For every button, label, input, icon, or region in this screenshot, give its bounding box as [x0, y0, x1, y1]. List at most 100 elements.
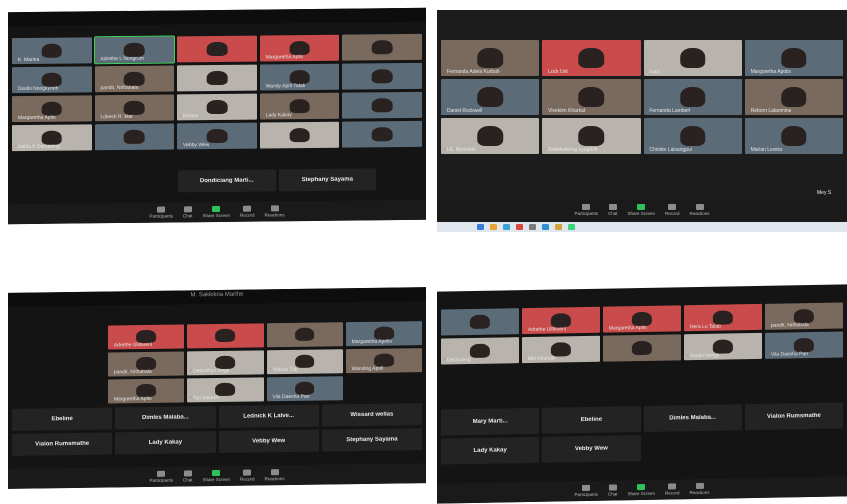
participant-video-tile[interactable] — [187, 323, 264, 349]
toolbar-button-reactions[interactable]: Reactions — [690, 204, 710, 216]
taskbar-app-icon[interactable] — [490, 224, 497, 230]
toolbar-button-label: Chat — [182, 477, 193, 483]
participant-name-tile[interactable]: Ebeline — [542, 406, 641, 434]
participant-video-tile[interactable]: ∕ Kimeia — [177, 93, 257, 121]
participant-video-tile[interactable]: ∕ Margaretha Aplin — [259, 34, 340, 62]
participant-video-tile[interactable]: ∕ Margaretha Aplin — [12, 95, 92, 123]
participant-video-tile[interactable]: ∕ Lock Unt — [542, 40, 641, 76]
participant-name-tile[interactable]: Vebby Wew — [542, 435, 641, 463]
participant-name-tile[interactable]: Stephany Sayama — [321, 428, 422, 452]
toolbar-button-chat[interactable]: Chat — [183, 206, 192, 218]
participant-name-text: Dehiiuteng — [446, 356, 471, 364]
participant-video-tile[interactable]: ∕ Marian Leviria — [744, 118, 843, 154]
toolbar-button-reactions[interactable]: Reactions — [690, 482, 710, 495]
participant-video-tile[interactable]: ∕ Rebhiiuteimg Lyngdoh — [542, 118, 641, 154]
participant-video-tile[interactable] — [94, 123, 175, 151]
participant-video-tile[interactable]: ∕ Mel Kharsak — [522, 335, 600, 364]
taskbar-app-icon[interactable] — [568, 224, 575, 230]
participant-video-tile[interactable]: ∕ Vila Daesha Pan — [765, 331, 843, 359]
toolbar-button-participants[interactable]: Participants — [574, 204, 598, 216]
participant-video-tile[interactable]: ∕ Fernanda Lambert — [643, 79, 742, 115]
participant-name-tile[interactable]: Vebby Wew — [218, 429, 319, 453]
muted-mic-icon: ∕ — [15, 57, 16, 64]
toolbar-button-chat[interactable]: Chat — [608, 484, 617, 497]
toolbar-button-record[interactable]: Record — [665, 204, 680, 216]
participant-video-tile[interactable] — [342, 62, 422, 90]
participant-video-tile[interactable]: ∕ Fernanda Adela Kurbah — [441, 40, 540, 76]
participant-name-tile[interactable]: Lady Kakay — [441, 436, 540, 465]
participant-name-tile[interactable]: Wissard wellas — [321, 403, 422, 427]
participant-video-tile[interactable] — [342, 91, 422, 119]
participant-name-tile[interactable]: Vialon Rumsmathe — [744, 402, 843, 431]
participant-name-tile[interactable]: Ebeline — [12, 407, 113, 431]
participant-video-tile[interactable]: ∕ Reborn Lalanmina — [744, 79, 843, 115]
toolbar-button-participants[interactable]: Participants — [149, 470, 173, 483]
participant-name-tile[interactable]: Lednick K Lalve... — [218, 404, 319, 428]
participant-video-tile[interactable]: ∕ Vila Daesha Pan — [266, 376, 343, 402]
taskbar-app-icon[interactable] — [503, 224, 510, 230]
taskbar-app-icon[interactable] — [542, 224, 549, 230]
participant-video-tile[interactable] — [603, 334, 681, 362]
participant-name-tile[interactable]: Mary Marti... — [441, 407, 540, 436]
participant-video-tile[interactable]: ∕ Adrethe Ullibuenl — [108, 324, 185, 350]
participant-video-tile[interactable]: ∕ Lucy — [643, 40, 742, 76]
toolbar-button-record[interactable]: Record — [240, 205, 255, 218]
participant-video-tile[interactable] — [342, 33, 422, 61]
participant-video-tile[interactable]: ∕ Margaretha Apolis — [345, 321, 422, 347]
participant-video-tile[interactable] — [342, 120, 422, 148]
participant-video-tile[interactable]: ∕ pandit, Nrihabala — [108, 351, 185, 377]
participant-video-tile[interactable]: ∕ Dehiiuteng — [441, 337, 519, 365]
participant-name-tile[interactable]: Dimles Malaba... — [115, 406, 216, 430]
toolbar-button-reactions[interactable]: Reactions — [265, 205, 285, 218]
participant-video-tile[interactable]: ∕ Wanding Apoll — [345, 348, 422, 374]
participant-name-tile[interactable]: Dimles Malaba... — [643, 404, 742, 432]
participant-video-tile[interactable]: ∕ Margaretha Aplin — [108, 378, 185, 404]
participant-video-tile[interactable]: ∕ Daniel Rockwell — [441, 79, 540, 115]
participant-video-tile[interactable]: ∕ Christie Lalsangpui — [643, 118, 742, 154]
participant-video-tile[interactable]: ∕ Lady Kakay — [259, 92, 340, 120]
participant-video-tile[interactable] — [441, 308, 519, 336]
taskbar-app-icon[interactable] — [516, 224, 523, 230]
participant-video-tile[interactable]: ∕ Adrethe Ullibuenl — [522, 306, 600, 335]
participant-video-tile[interactable] — [259, 121, 340, 149]
taskbar-app-icon[interactable] — [477, 224, 484, 230]
toolbar-button-share-screen[interactable]: Share Screen — [202, 469, 230, 482]
participant-video-tile[interactable]: ∕ Debrothyo Rngs — [187, 350, 264, 376]
participant-video-tile[interactable]: ∕ Dioditi Nongkynrih — [12, 66, 92, 94]
taskbar-app-icon[interactable] — [529, 224, 536, 230]
participant-name-tile[interactable]: Lady Kakay — [115, 431, 216, 455]
toolbar-button-reactions[interactable]: Reactions — [265, 469, 285, 481]
toolbar-button-chat[interactable]: Chat — [608, 204, 617, 216]
participant-video-tile[interactable] — [177, 35, 257, 63]
participant-name-tile[interactable]: Stephany Sayama — [278, 168, 376, 192]
participant-video-tile[interactable]: ∕ Tefenzi Tlib — [266, 349, 343, 375]
participant-name-tile[interactable]: Vialon Rumsmathe — [12, 432, 113, 456]
participant-video-tile[interactable]: ∕ K. Marina — [12, 37, 92, 65]
toolbar-button-participants[interactable]: Participants — [574, 484, 598, 497]
participant-video-tile[interactable]: ∕ Wandy April Talab — [259, 63, 340, 91]
participant-video-tile[interactable]: ∕ Vivekiim Kharkat — [542, 79, 641, 115]
participant-video-tile[interactable]: ∕ Margaretha Aplin — [603, 305, 681, 333]
participant-video-tile[interactable]: ∕ Vebby Wew — [177, 122, 257, 150]
participant-video-tile[interactable]: ∕ Dahla K Damaning — [12, 124, 92, 152]
taskbar-app-icon[interactable] — [555, 224, 562, 230]
toolbar-button-share-screen[interactable]: Share Screen — [627, 483, 655, 496]
participant-video-tile[interactable]: ∕ Hera Lu Talab — [684, 303, 762, 332]
toolbar-button-record[interactable]: Record — [240, 469, 255, 482]
toolbar-button-participants[interactable]: Participants — [149, 206, 173, 219]
participant-video-tile[interactable]: ∕ Adrethe L Nongrum — [93, 35, 176, 65]
participant-video-tile[interactable]: ∕ Lokesh R. Mar — [94, 94, 175, 122]
participant-video-tile[interactable]: ∕ Margaretha Apolis — [744, 40, 843, 76]
participant-video-tile[interactable]: ∕ pandit, Nrihabala — [765, 302, 843, 330]
participant-video-tile[interactable] — [266, 322, 343, 348]
participant-video-tile[interactable] — [177, 64, 257, 92]
participant-video-tile[interactable]: ∕ LE, Nirmohin — [441, 118, 540, 154]
participant-video-tile[interactable]: ∕ Tipi Sakesh — [187, 377, 264, 403]
participant-name-tile[interactable]: Dondiciang Marti... — [178, 169, 276, 193]
toolbar-button-share-screen[interactable]: Share Screen — [627, 204, 655, 216]
toolbar-button-record[interactable]: Record — [665, 483, 680, 496]
toolbar-button-chat[interactable]: Chat — [182, 470, 193, 483]
participant-video-tile[interactable]: ∕ Dioditi Nongk — [684, 332, 762, 361]
participant-video-tile[interactable]: ∕ pandit, Nrihabala — [94, 65, 175, 93]
toolbar-button-share-screen[interactable]: Share Screen — [202, 205, 230, 218]
